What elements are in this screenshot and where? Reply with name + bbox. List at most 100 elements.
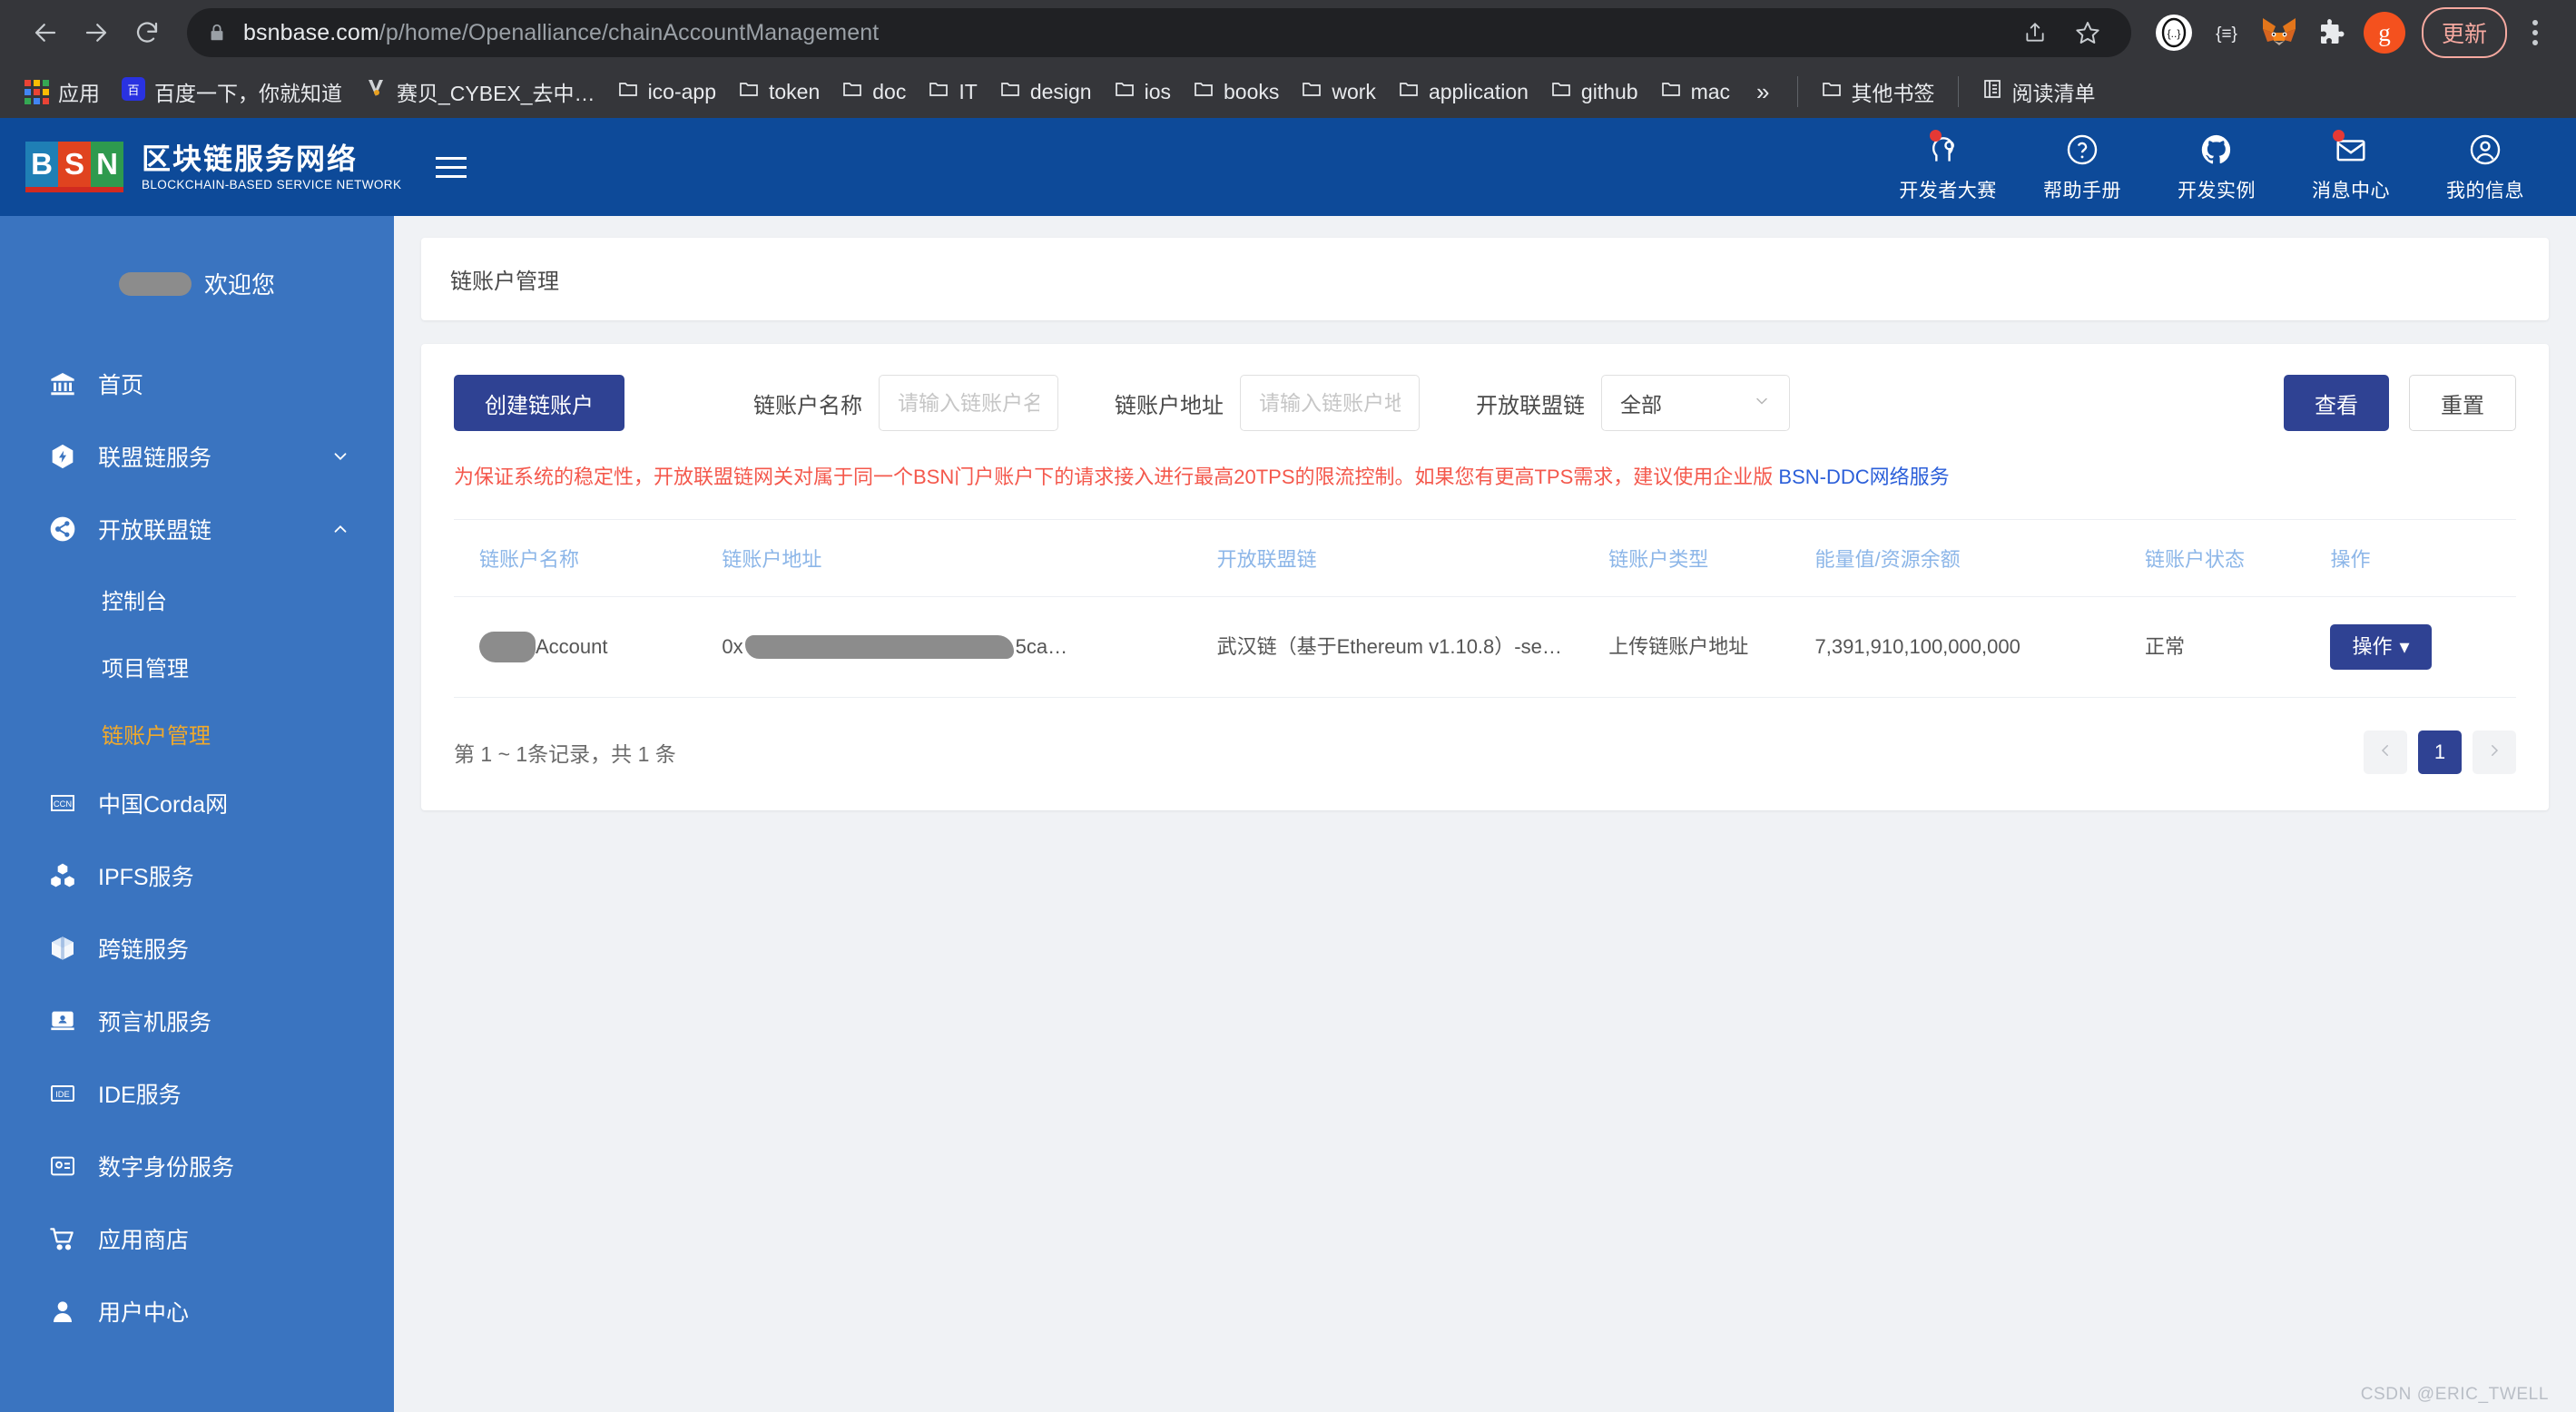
share-icon[interactable] (2011, 9, 2059, 56)
bookmark-folder[interactable]: doc (831, 73, 916, 111)
update-button[interactable]: 更新 (2421, 7, 2507, 58)
header-nav-item-developer-contest[interactable]: 开发者大赛 (1881, 125, 2015, 209)
open-alliance-chain-label: 开放联盟链 (1476, 393, 1585, 418)
reading-list-button[interactable]: 阅读清单 (1971, 71, 2106, 113)
bookmark-folder[interactable]: IT (918, 73, 987, 111)
bookmark-label: IT (959, 79, 978, 103)
bookmark-folder[interactable]: ios (1104, 73, 1181, 111)
sidebar-item-ipfs[interactable]: IPFS服务 (0, 839, 394, 912)
sidebar-item-oracle[interactable]: 预言机服务 (0, 985, 394, 1057)
ipfs-nodes-icon (47, 860, 78, 891)
back-button[interactable] (20, 7, 71, 58)
bookmark-label: application (1428, 79, 1529, 103)
pagination-prev-button[interactable] (2364, 731, 2407, 774)
search-button[interactable]: 查看 (2284, 375, 2389, 431)
pagination-next-button[interactable] (2473, 731, 2516, 774)
header-nav-item-dev-examples[interactable]: 开发实例 (2149, 125, 2284, 209)
cell-status: 正常 (2145, 596, 2331, 698)
header-nav-item-message-center[interactable]: 消息中心 (2284, 125, 2418, 209)
sidebar-item-label: 用户中心 (98, 1300, 190, 1326)
back-arrow-icon (32, 19, 59, 46)
sidebar-subitem-label: 控制台 (102, 589, 167, 614)
folder-icon (1660, 78, 1682, 105)
svg-text:{..}: {..} (2168, 27, 2181, 40)
open-alliance-chain-select[interactable]: 全部 (1601, 375, 1790, 431)
hamburger-icon[interactable] (436, 156, 467, 178)
cell-balance: 7,391,910,100,000,000 (1814, 596, 2145, 698)
bookmark-item[interactable]: 赛贝_CYBEX_去中… (354, 71, 605, 113)
cell-account-type: 上传链账户地址 (1608, 596, 1815, 698)
bookmark-label: github (1580, 79, 1638, 103)
notification-dot (1930, 130, 1942, 142)
bookmark-apps[interactable]: 应用 (15, 71, 110, 113)
table-head: 链账户名称 链账户地址 开放联盟链 链账户类型 能量值/资源余额 链账户状态 操… (454, 519, 2516, 597)
row-action-button[interactable]: 操作 ▾ (2330, 624, 2432, 670)
other-bookmarks-folder[interactable]: 其他书签 (1811, 71, 1945, 113)
svg-text:CCN: CCN (54, 799, 72, 809)
pagination-page-1[interactable]: 1 (2418, 731, 2462, 774)
bsn-ddc-link[interactable]: BSN-DDC网络服务 (1778, 466, 1949, 488)
bookmark-folder[interactable]: token (728, 73, 830, 111)
share-nodes-icon (47, 514, 78, 544)
sidebar-item-cross-chain[interactable]: 跨链服务 (0, 912, 394, 985)
extensions-strip: {..} {≡} g 更新 (2138, 7, 2556, 58)
account-address-input[interactable] (1240, 375, 1420, 431)
bookmark-folder[interactable]: github (1540, 73, 1648, 111)
header-nav-label: 我的信息 (2446, 181, 2524, 201)
bookmark-folder[interactable]: application (1388, 73, 1539, 111)
folder-icon (841, 78, 863, 105)
apps-grid-icon (25, 79, 49, 104)
bookmark-folder[interactable]: ico-app (607, 73, 726, 111)
bookmark-folder[interactable]: mac (1650, 73, 1740, 111)
bookmark-folder[interactable]: books (1183, 73, 1289, 111)
metamask-extension[interactable] (2255, 8, 2304, 57)
sidebar-subitem-chain-account-management[interactable]: 链账户管理 (0, 700, 394, 767)
json-viewer-extension[interactable]: {≡} (2202, 8, 2251, 57)
bookmark-folder[interactable]: design (989, 73, 1102, 111)
folder-icon (928, 78, 949, 105)
bsn-logo[interactable]: B S N (25, 142, 123, 192)
chevron-up-icon (330, 519, 350, 539)
folder-icon (1398, 78, 1420, 105)
welcome-label: 欢迎您 (203, 271, 275, 299)
sidebar-item-ide[interactable]: IDE IDE服务 (0, 1057, 394, 1130)
sidebar-item-label: 开放联盟链 (98, 518, 212, 544)
account-name-input[interactable] (879, 375, 1058, 431)
reload-button[interactable] (122, 7, 172, 58)
rate-limit-notice: 为保证系统的稳定性，开放联盟链网关对属于同一个BSN门户账户下的请求接入进行最高… (454, 462, 2516, 492)
brand-name-en: BLOCKCHAIN-BASED SERVICE NETWORK (142, 177, 402, 191)
omnibox-actions (2011, 9, 2111, 56)
bookmark-item[interactable]: 百 百度一下，你就知道 (112, 71, 352, 113)
sidebar-subitem-console[interactable]: 控制台 (0, 565, 394, 632)
forward-arrow-icon (83, 19, 110, 46)
sidebar-subitem-project-management[interactable]: 项目管理 (0, 632, 394, 700)
table-row: Account 0x 5ca… 武汉链（基于Ethereum v1.10.8）-s… (454, 596, 2516, 698)
address-bar[interactable]: bsnbase.com/p/home/Openalliance/chainAcc… (187, 8, 2131, 57)
create-chain-account-button[interactable]: 创建链账户 (454, 375, 624, 431)
forward-button[interactable] (71, 7, 122, 58)
reset-button[interactable]: 重置 (2409, 375, 2516, 431)
sidebar-item-china-corda[interactable]: CCN 中国Corda网 (0, 767, 394, 839)
brand-text: 区块链服务网络 BLOCKCHAIN-BASED SERVICE NETWORK (142, 142, 401, 191)
notification-dot (2333, 130, 2345, 142)
sidebar-item-app-store[interactable]: 应用商店 (0, 1202, 394, 1275)
header-nav-item-my-info[interactable]: 我的信息 (2418, 125, 2552, 209)
puzzle-extension[interactable] (2307, 8, 2356, 57)
bookmark-label: ios (1144, 79, 1171, 103)
sidebar-item-home[interactable]: 首页 (0, 348, 394, 420)
sidebar-item-open-alliance-chain[interactable]: 开放联盟链 (0, 493, 394, 565)
circle-brackets-extension[interactable]: {..} (2149, 8, 2198, 57)
kebab-menu-icon[interactable] (2514, 8, 2556, 57)
bookmark-folder[interactable]: work (1291, 73, 1386, 111)
sidebar-item-digital-identity[interactable]: 数字身份服务 (0, 1130, 394, 1202)
header-nav-item-help[interactable]: 帮助手册 (2015, 125, 2149, 209)
bookmarks-bar: 应用 百 百度一下，你就知道 赛贝_CYBEX_去中… ico-app toke… (0, 65, 2576, 118)
sidebar-item-consortium-chain-service[interactable]: 联盟链服务 (0, 420, 394, 493)
bookmarks-overflow-button[interactable]: » (1742, 78, 1784, 106)
star-icon[interactable] (2064, 9, 2111, 56)
bookmark-label: design (1029, 79, 1092, 103)
redacted-block (479, 632, 536, 662)
grammarly-extension[interactable]: g (2360, 8, 2409, 57)
sidebar-item-user-center[interactable]: 用户中心 (0, 1275, 394, 1348)
table-header-row: 链账户名称 链账户地址 开放联盟链 链账户类型 能量值/资源余额 链账户状态 操… (454, 519, 2516, 597)
